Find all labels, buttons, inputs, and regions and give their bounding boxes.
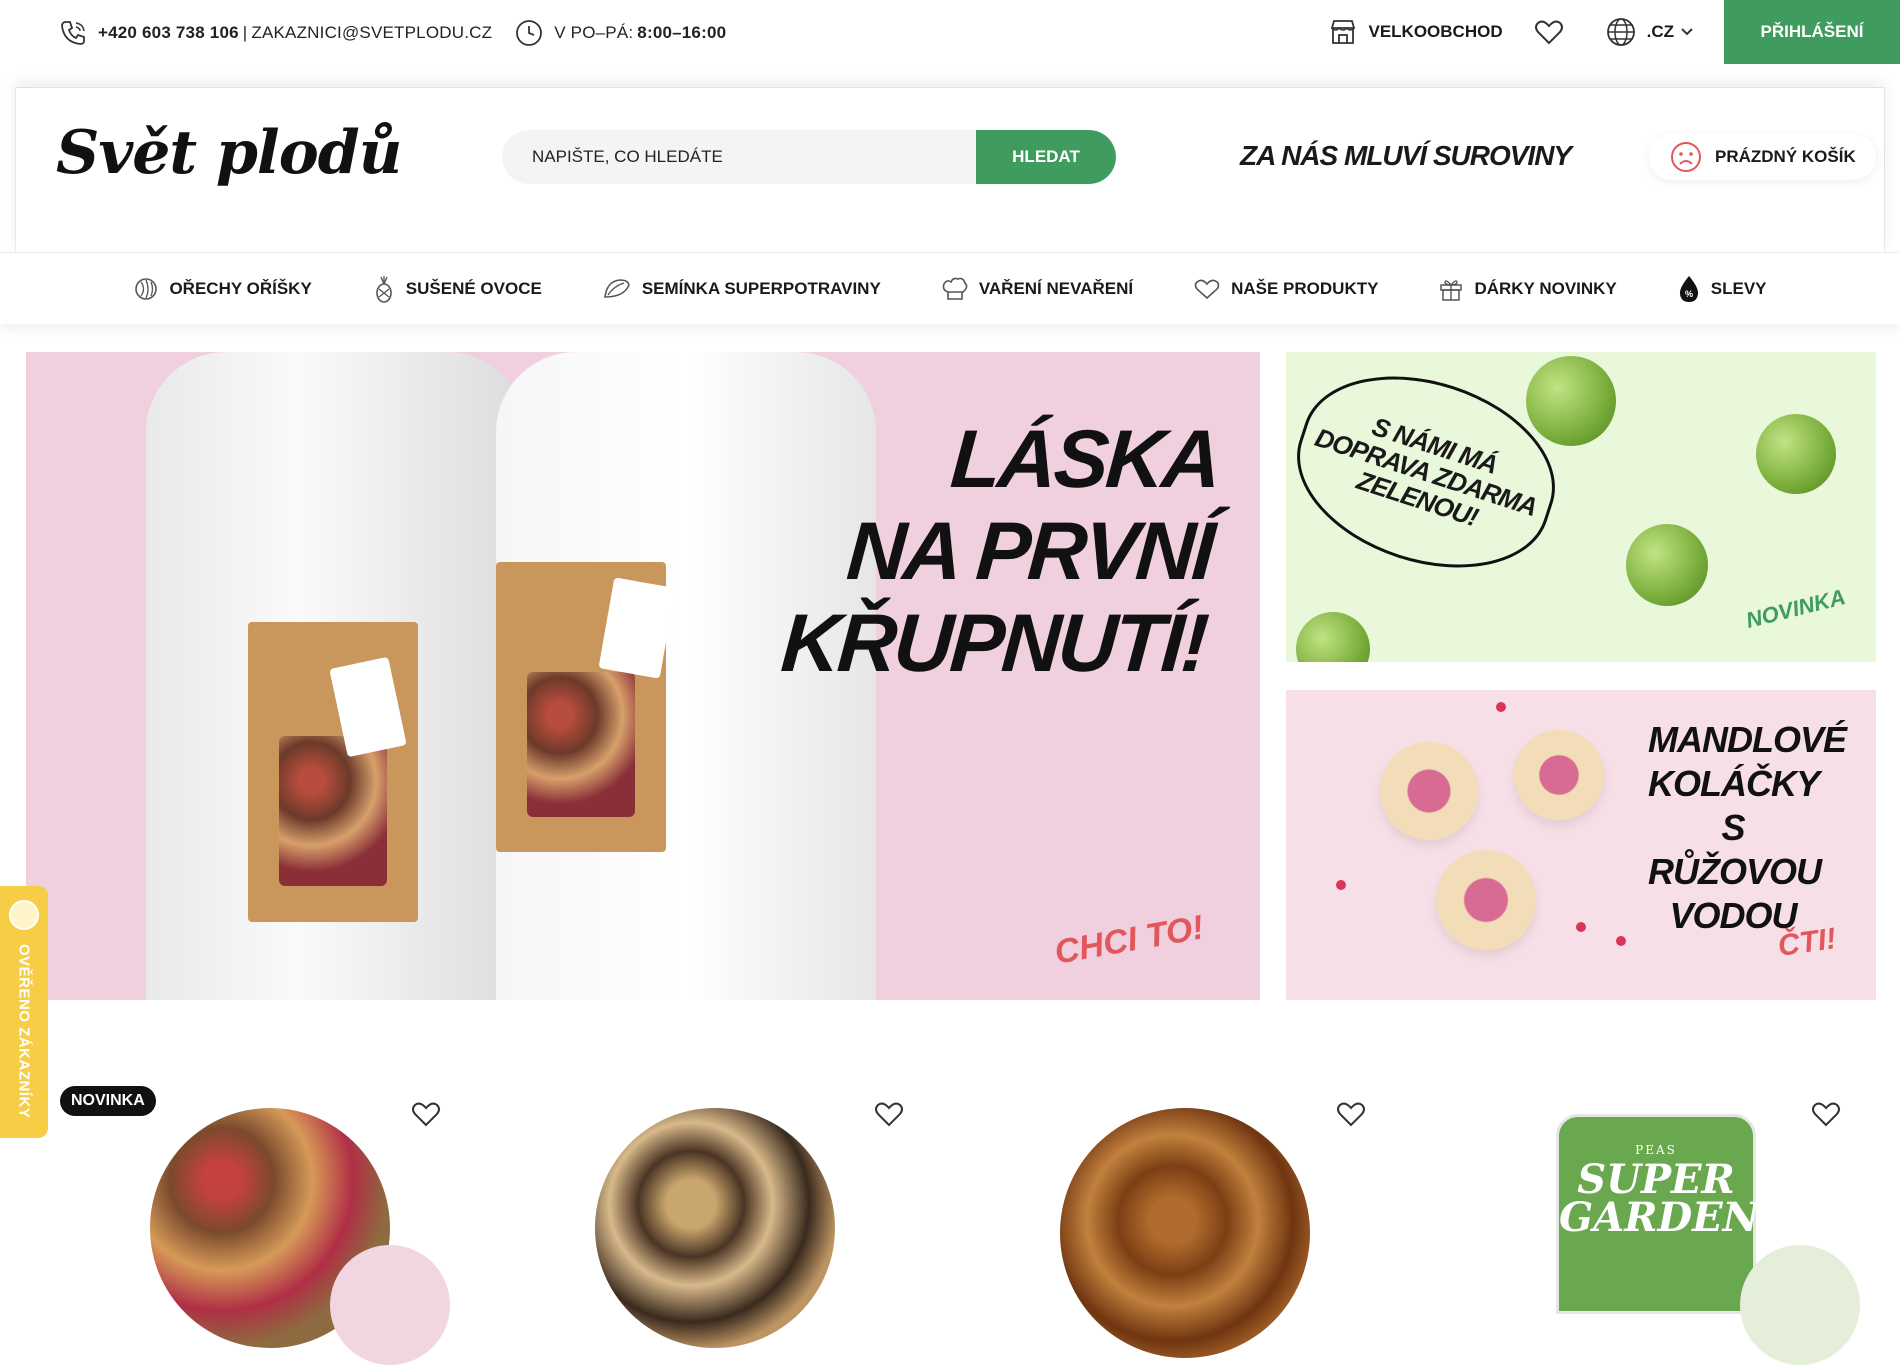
product-card[interactable] bbox=[505, 1080, 925, 1348]
email-link[interactable]: ZAKAZNICI@SVETPLODU.CZ bbox=[251, 23, 492, 43]
promo-recipe[interactable]: MANDLOVÉ KOLÁČKY S RŮŽOVOU VODOU ČTI! bbox=[1286, 690, 1876, 1000]
petal-decoration bbox=[1576, 922, 1586, 932]
contact-separator: | bbox=[242, 23, 248, 42]
login-button[interactable]: PŘIHLÁŠENÍ bbox=[1724, 0, 1900, 64]
hero-line-2: NA PRVNÍ bbox=[844, 506, 1216, 597]
nav-label: DÁRKY NOVINKY bbox=[1474, 278, 1617, 298]
wishlist-heart-icon[interactable] bbox=[1335, 1100, 1367, 1128]
hero-cta[interactable]: CHCI TO! bbox=[1051, 908, 1206, 973]
chef-hat-icon bbox=[942, 277, 968, 300]
product-image bbox=[595, 1108, 835, 1348]
contact-info: +420 603 738 106 | ZAKAZNICI@SVETPLODU.C… bbox=[58, 18, 726, 48]
phone-number[interactable]: +420 603 738 106 bbox=[98, 23, 239, 43]
country-label: .CZ bbox=[1646, 22, 1674, 41]
product-overlay bbox=[1740, 1245, 1860, 1365]
clock-icon bbox=[516, 20, 543, 46]
gift-icon bbox=[1440, 279, 1463, 301]
phone-icon bbox=[61, 21, 85, 45]
nav-item-cooking[interactable]: VAŘENÍ NEVAŘENÍ bbox=[941, 276, 1133, 302]
top-bar: +420 603 738 106 | ZAKAZNICI@SVETPLODU.C… bbox=[0, 0, 1900, 66]
cookie-image bbox=[1436, 850, 1536, 950]
hero-line-3: KŘUPNUTÍ! bbox=[778, 598, 1209, 689]
nav-item-our-products[interactable]: NAŠE PRODUKTY bbox=[1193, 277, 1378, 301]
svg-text:%: % bbox=[1685, 289, 1693, 299]
main-header: Svět plodů HLEDAT ZA NÁS MLUVÍ SUROVINY … bbox=[16, 88, 1884, 252]
nav-item-seeds[interactable]: SEMÍNKA SUPERPOTRAVINY bbox=[602, 277, 881, 301]
wholesale-label: VELKOOBCHOD bbox=[1368, 22, 1503, 41]
chevron-down-icon bbox=[1681, 28, 1693, 36]
search-input[interactable] bbox=[502, 130, 976, 184]
slogan: ZA NÁS MLUVÍ SUROVINY bbox=[1240, 140, 1572, 171]
sprout-image bbox=[1526, 356, 1616, 446]
wholesale-link[interactable]: VELKOOBCHOD bbox=[1328, 17, 1503, 47]
petal-decoration bbox=[1336, 880, 1346, 890]
recipe-cta[interactable]: ČTI! bbox=[1776, 922, 1838, 964]
product-grid: PEAS SUPER GARDEN bbox=[0, 1080, 1900, 1365]
nav-item-gifts[interactable]: DÁRKY NOVINKY bbox=[1438, 276, 1617, 302]
hero-headline: LÁSKA NA PRVNÍ KŘUPNUTÍ! bbox=[778, 414, 1221, 690]
discount-drop-icon: % bbox=[1679, 275, 1698, 302]
bubble-text: S NÁMI MÁ DOPRAVA ZDARMA ZELENOU! bbox=[1311, 411, 1541, 533]
wishlist-heart-icon[interactable] bbox=[1810, 1100, 1842, 1128]
hours-value: 8:00–16:00 bbox=[637, 23, 727, 42]
nav-label: OŘECHY OŘÍŠKY bbox=[169, 278, 312, 298]
nav-label: NAŠE PRODUKTY bbox=[1231, 278, 1379, 298]
jar-label: SUPER GARDEN bbox=[1559, 1156, 1760, 1241]
nav-item-dried-fruit[interactable]: SUŠENÉ OVOCE bbox=[372, 275, 542, 303]
globe-icon bbox=[1606, 18, 1635, 46]
nav-item-sale[interactable]: % SLEVY bbox=[1677, 274, 1767, 304]
cart-label: PRÁZDNÝ KOŠÍK bbox=[1715, 147, 1856, 166]
store-icon bbox=[1331, 20, 1356, 44]
product-card[interactable] bbox=[40, 1080, 460, 1365]
hours-label: V PO–PÁ: bbox=[554, 23, 634, 42]
promo-free-shipping[interactable]: S NÁMI MÁ DOPRAVA ZDARMA ZELENOU! NOVINK… bbox=[1286, 352, 1876, 662]
sad-face-icon bbox=[1671, 142, 1701, 172]
gift-box-left bbox=[248, 622, 418, 922]
gift-box-right bbox=[496, 562, 676, 852]
product-jar: PEAS SUPER GARDEN bbox=[1556, 1114, 1760, 1314]
cookie-image bbox=[1380, 742, 1478, 840]
heart-icon bbox=[1534, 20, 1563, 45]
nut-icon bbox=[135, 277, 158, 300]
sprout-image bbox=[1756, 414, 1836, 494]
sprout-image bbox=[1626, 524, 1708, 606]
hero-line-1: LÁSKA bbox=[947, 414, 1222, 505]
nav-label: VAŘENÍ NEVAŘENÍ bbox=[978, 278, 1134, 298]
heart-icon bbox=[1194, 279, 1220, 299]
recipe-title: MANDLOVÉ KOLÁČKY S RŮŽOVOU VODOU bbox=[1648, 719, 1847, 936]
product-card[interactable]: PEAS SUPER GARDEN bbox=[1440, 1080, 1860, 1365]
product-overlay bbox=[330, 1245, 450, 1365]
product-image bbox=[1060, 1108, 1310, 1358]
nav-label: SEMÍNKA SUPERPOTRAVINY bbox=[641, 278, 881, 298]
novinka-tag: NOVINKA bbox=[1742, 584, 1848, 633]
pineapple-icon bbox=[375, 275, 392, 303]
nav-label: SUŠENÉ OVOCE bbox=[405, 278, 542, 298]
hero-banner[interactable]: LÁSKA NA PRVNÍ KŘUPNUTÍ! CHCI TO! bbox=[26, 352, 1260, 1000]
wishlist-heart-icon[interactable] bbox=[410, 1100, 442, 1128]
nav-item-nuts[interactable]: OŘECHY OŘÍŠKY bbox=[133, 276, 312, 302]
seed-icon bbox=[603, 278, 630, 298]
product-card[interactable] bbox=[970, 1080, 1390, 1358]
cookie-image bbox=[1514, 730, 1604, 820]
search-bar: HLEDAT bbox=[502, 130, 1116, 184]
wishlist-heart-icon[interactable] bbox=[873, 1100, 905, 1128]
cart-button[interactable]: PRÁZDNÝ KOŠÍK bbox=[1649, 134, 1876, 180]
category-nav: OŘECHY OŘÍŠKY SUŠENÉ OVOCE SEMÍNKA SUPER… bbox=[0, 252, 1900, 324]
petal-decoration bbox=[1496, 702, 1506, 712]
opening-hours: V PO–PÁ: 8:00–16:00 bbox=[514, 18, 726, 48]
petal-decoration bbox=[1616, 936, 1626, 946]
site-logo[interactable]: Svět plodů bbox=[56, 118, 402, 188]
seal-icon bbox=[9, 900, 39, 930]
jar-sublabel: PEAS bbox=[1635, 1143, 1677, 1157]
nav-label: SLEVY bbox=[1710, 278, 1767, 298]
wishlist-button[interactable] bbox=[1533, 17, 1575, 47]
sprout-image bbox=[1296, 612, 1370, 662]
country-selector[interactable]: .CZ bbox=[1605, 16, 1694, 48]
top-bar-actions: VELKOOBCHOD .CZ PŘIHLÁŠENÍ bbox=[1328, 0, 1900, 64]
search-button[interactable]: HLEDAT bbox=[976, 130, 1116, 184]
